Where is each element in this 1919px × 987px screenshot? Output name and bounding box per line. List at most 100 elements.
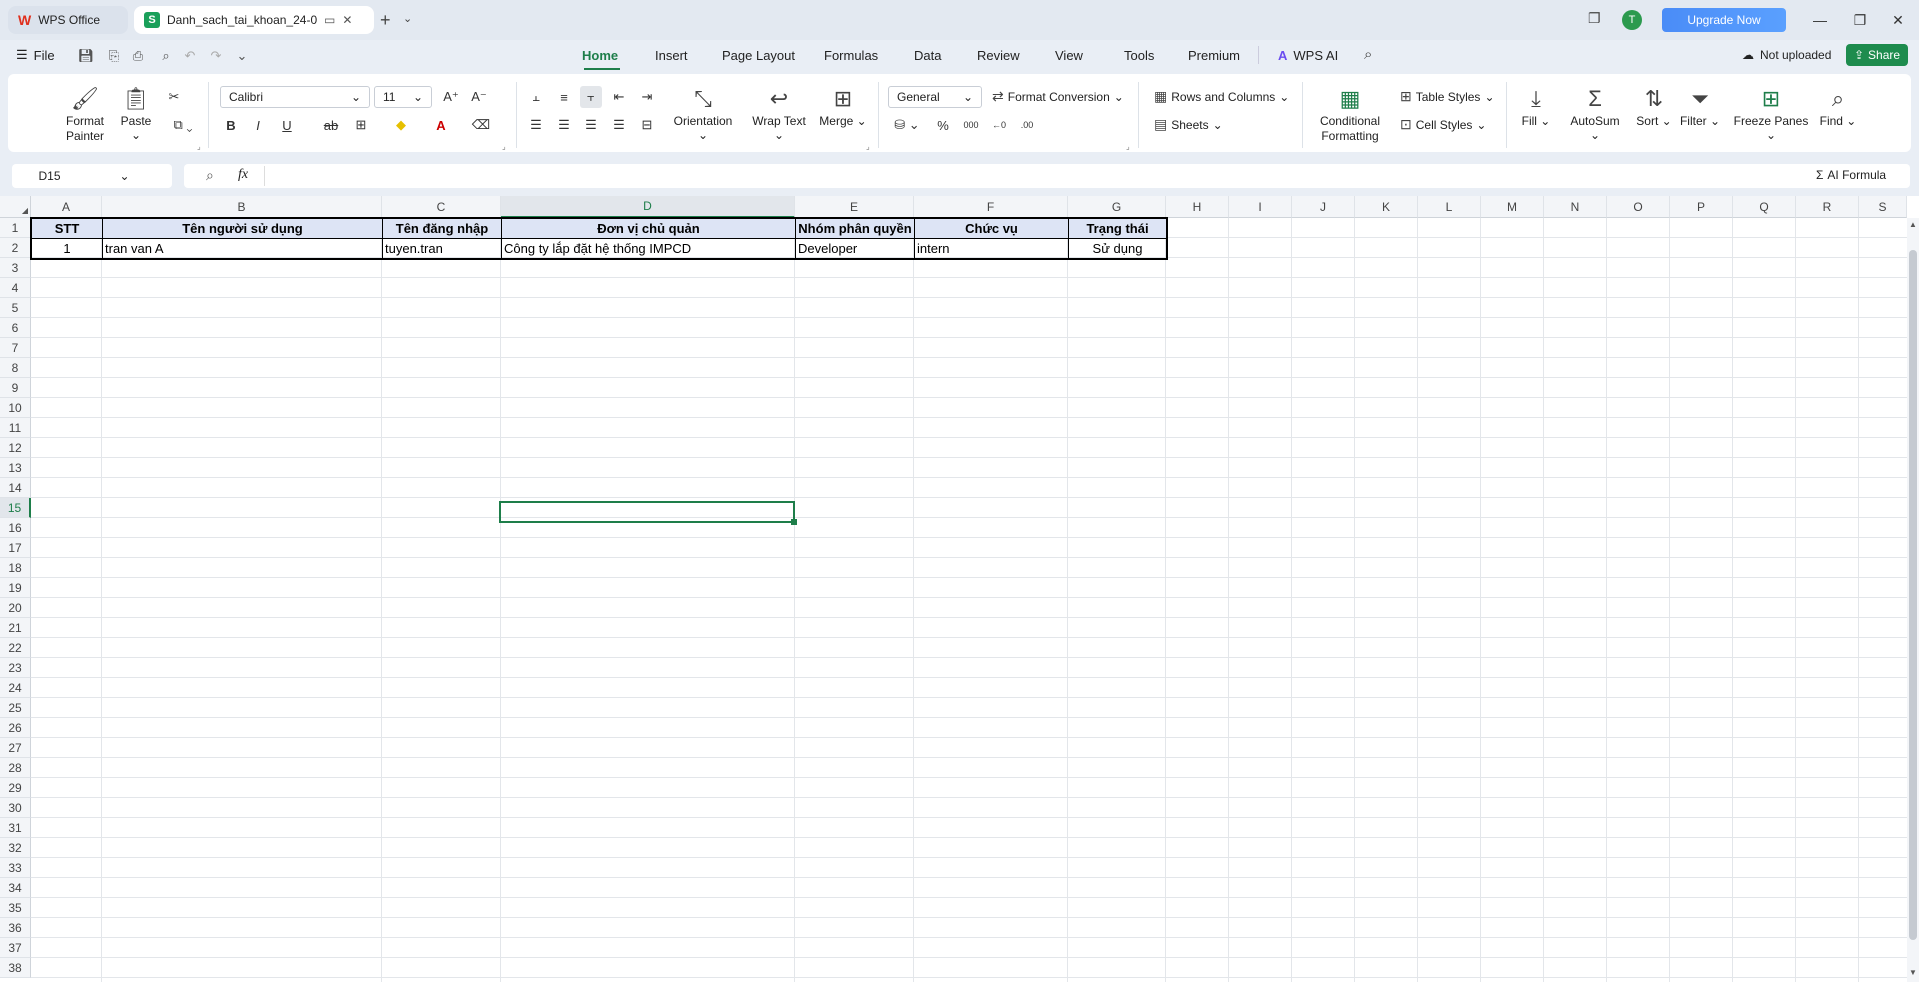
column-header-j[interactable]: J [1292,196,1355,218]
row-header[interactable]: 38 [0,958,31,978]
tab-view[interactable]: View [1055,48,1083,63]
row-header[interactable]: 21 [0,618,31,638]
row-header[interactable]: 33 [0,858,31,878]
row-header[interactable]: 28 [0,758,31,778]
tab-wps-office[interactable]: W WPS Office [8,6,128,34]
export-pdf-icon[interactable]: ⎘ [104,46,124,66]
fill-button[interactable]: ⤓ Fill ⌄ [1518,84,1554,128]
formula-input[interactable] [184,164,1910,188]
row-header[interactable]: 20 [0,598,31,618]
restore-icon[interactable]: ❐ [1848,8,1872,32]
fx-icon[interactable]: fx [238,167,248,183]
font-name-combo[interactable]: Calibri ⌄ [220,86,370,108]
tab-formulas[interactable]: Formulas [824,48,878,63]
row-header[interactable]: 13 [0,458,31,478]
sheets-button[interactable]: ▤ Sheets ⌄ [1154,116,1223,133]
row-header[interactable]: 7 [0,338,31,358]
search-icon[interactable]: ⌕ [1364,46,1372,63]
tab-tools[interactable]: Tools [1124,48,1154,63]
active-cell-selection[interactable] [499,501,795,523]
currency-icon[interactable]: ⛁ ⌄ [890,114,924,136]
share-button[interactable]: ⇪ Share [1846,44,1908,66]
bold-icon[interactable]: B [220,114,242,136]
tab-premium[interactable]: Premium [1188,48,1240,63]
window-mode-icon[interactable]: ❐ [1588,10,1601,27]
rows-columns-button[interactable]: ▦ Rows and Columns ⌄ [1154,88,1289,105]
font-size-combo[interactable]: 11 ⌄ [374,86,432,108]
row-header[interactable]: 18 [0,558,31,578]
row-header[interactable]: 35 [0,898,31,918]
align-bottom-icon[interactable]: ⫟ [580,86,602,108]
increase-indent-icon[interactable]: ⇥ [636,86,658,108]
row-header[interactable]: 17 [0,538,31,558]
conditional-formatting-button[interactable]: ▦ Conditional Formatting [1312,84,1388,144]
column-header-e[interactable]: E [795,196,914,218]
column-header-k[interactable]: K [1355,196,1418,218]
print-preview-icon[interactable]: ⌕ [156,46,176,66]
row-header[interactable]: 11 [0,418,31,438]
row-header[interactable]: 4 [0,278,31,298]
column-header-i[interactable]: I [1229,196,1292,218]
column-header-n[interactable]: N [1544,196,1607,218]
format-painter-button[interactable]: 🖌︎ Format Painter [60,84,110,144]
save-icon[interactable]: 💾︎ [76,46,96,66]
row-header[interactable]: 3 [0,258,31,278]
cut-icon[interactable]: ✂ [163,86,185,108]
select-all-corner[interactable]: ◢ [0,196,31,218]
freeze-panes-button[interactable]: ⊞ Freeze Panes ⌄ [1728,84,1814,142]
tab-list-chevron-icon[interactable]: ⌄ [403,12,412,25]
decrease-indent-icon[interactable]: ⇤ [608,86,630,108]
orientation-button[interactable]: ⤡ Orientation ⌄ [668,84,738,142]
row-header[interactable]: 19 [0,578,31,598]
alignment-launcher-icon[interactable]: ⌟ [866,142,870,151]
filter-button[interactable]: ⏷ Filter ⌄ [1678,84,1722,128]
tab-data[interactable]: Data [914,48,941,63]
borders-icon[interactable]: ⊞ [350,114,372,136]
percent-icon[interactable]: % [932,114,954,136]
row-header[interactable]: 16 [0,518,31,538]
tab-review[interactable]: Review [977,48,1020,63]
paste-button[interactable]: 📋︎ Paste ⌄ [114,84,158,142]
worksheet[interactable] [0,196,1919,987]
italic-icon[interactable]: I [247,114,269,136]
ai-formula-button[interactable]: Σ AI Formula [1816,168,1886,182]
row-header[interactable]: 15 [0,498,31,518]
autosum-button[interactable]: Σ AutoSum ⌄ [1564,84,1626,142]
increase-font-icon[interactable]: A⁺ [440,86,462,108]
align-middle-icon[interactable]: ≡ [553,86,575,108]
row-header[interactable]: 22 [0,638,31,658]
row-header[interactable]: 8 [0,358,31,378]
close-tab-icon[interactable]: ✕ [342,13,352,27]
column-header-q[interactable]: Q [1733,196,1796,218]
row-header[interactable]: 34 [0,878,31,898]
file-menu[interactable]: ☰ File [16,47,55,63]
row-header[interactable]: 25 [0,698,31,718]
row-header[interactable]: 36 [0,918,31,938]
row-header[interactable]: 9 [0,378,31,398]
justify-icon[interactable]: ☰ [608,114,630,136]
name-box[interactable]: D15 ⌄ [12,164,172,188]
row-header[interactable]: 10 [0,398,31,418]
tab-insert[interactable]: Insert [655,48,688,63]
quick-access-chevron-icon[interactable]: ⌄ [232,46,252,66]
align-right-icon[interactable]: ☰ [580,114,602,136]
distributed-icon[interactable]: ⊟ [636,114,658,136]
align-top-icon[interactable]: ⫠ [525,86,547,108]
row-header[interactable]: 27 [0,738,31,758]
column-header-r[interactable]: R [1796,196,1859,218]
clipboard-launcher-icon[interactable]: ⌟ [197,142,201,151]
font-color-icon[interactable]: A [430,114,452,136]
row-header[interactable]: 2 [0,238,31,258]
vertical-scrollbar-thumb[interactable] [1909,250,1917,940]
new-tab-icon[interactable]: + [380,10,391,31]
decrease-decimal-icon[interactable]: .00 [1016,114,1038,136]
tab-home[interactable]: Home [582,48,618,63]
undo-icon[interactable]: ↶ [180,46,200,66]
row-header[interactable]: 31 [0,818,31,838]
monitor-icon[interactable]: ▭ [324,13,335,27]
column-header-f[interactable]: F [914,196,1068,218]
avatar[interactable]: T [1622,10,1642,30]
clear-format-icon[interactable]: ⌫ [470,114,492,136]
row-header[interactable]: 30 [0,798,31,818]
format-conversion-button[interactable]: ⇄ Format Conversion ⌄ [992,88,1124,105]
